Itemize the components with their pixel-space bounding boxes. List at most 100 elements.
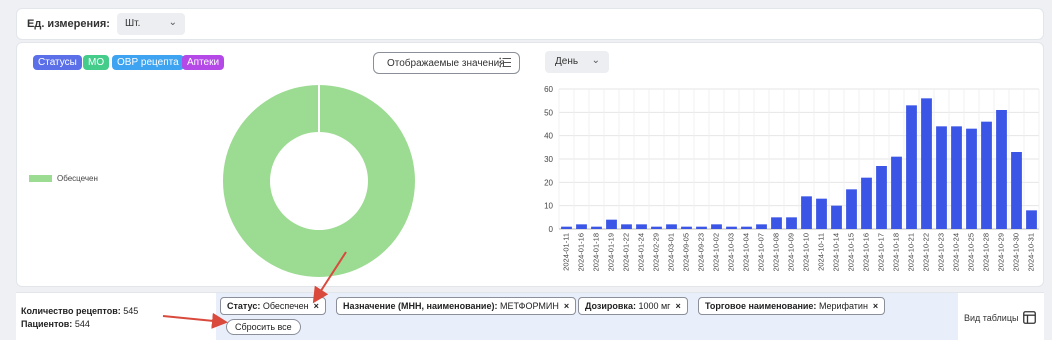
- y-tick-label: 60: [544, 85, 553, 94]
- x-tick-label: 2024-02-29: [652, 233, 661, 271]
- recipes-count: Количество рецептов: 545: [21, 306, 139, 316]
- bar: [696, 226, 707, 229]
- filter-chip-purpose: Назначение (МНН, наименование): МЕТФОРМИ…: [336, 297, 577, 315]
- bar: [831, 205, 842, 229]
- x-tick-label: 2024-10-02: [712, 233, 721, 271]
- bar: [906, 105, 917, 229]
- chip-ovr-recipe[interactable]: ОВР рецепта: [112, 55, 184, 70]
- x-tick-label: 2024-10-22: [922, 233, 931, 271]
- patients-count: Пациентов: 544: [21, 319, 90, 329]
- reset-all-button[interactable]: Сбросить все: [226, 319, 301, 335]
- bar: [786, 217, 797, 229]
- x-tick-label: 2024-01-24: [637, 233, 646, 271]
- unit-select-value: Шт.: [125, 18, 141, 29]
- bar: [846, 189, 857, 229]
- bar: [606, 219, 617, 229]
- bar: [876, 166, 887, 229]
- donut-legend: Обесцечен: [29, 174, 98, 183]
- bar: [711, 224, 722, 229]
- bar: [741, 226, 752, 229]
- bar-chart: 0 10 20 30 40 50 60 2024-01-11 2024-01-16 2024-01…: [544, 85, 1040, 271]
- x-tick-label: 2024-01-11: [562, 233, 571, 271]
- table-view-button[interactable]: Вид таблицы: [964, 311, 1037, 324]
- bar: [1011, 152, 1022, 229]
- bar: [576, 224, 587, 229]
- filter-chip-status: Статус: Обеспечен ×: [220, 297, 326, 315]
- y-tick-label: 10: [544, 202, 553, 211]
- bar: [1026, 210, 1037, 229]
- active-filters: Статус: Обеспечен × Назначение (МНН, наим…: [216, 293, 958, 340]
- table-icon: [1023, 311, 1037, 324]
- bar: [936, 126, 947, 229]
- chevron-down-icon: ⌄: [168, 17, 177, 28]
- chevron-down-icon: ⌄: [591, 55, 600, 66]
- filter-panel: Количество рецептов: 545 Пациентов: 544 …: [16, 292, 1044, 340]
- chip-mo[interactable]: МО: [83, 55, 110, 70]
- y-tick-label: 50: [544, 108, 553, 117]
- chip-pharmacies[interactable]: Аптеки: [182, 55, 225, 70]
- bar: [966, 128, 977, 229]
- bar: [981, 121, 992, 229]
- unit-select[interactable]: Шт. ⌄: [117, 13, 185, 35]
- bar: [666, 224, 677, 229]
- x-tick-label: 2024-10-28: [982, 233, 991, 271]
- x-tick-label: 2024-10-21: [907, 233, 916, 271]
- x-tick-label: 2024-10-18: [892, 233, 901, 271]
- display-values-label: Отображаемые значения: [387, 58, 505, 69]
- bar: [951, 126, 962, 229]
- close-icon[interactable]: ×: [564, 301, 569, 311]
- x-tick-label: 2024-09-23: [697, 233, 706, 271]
- y-tick-label: 20: [544, 178, 553, 187]
- bar: [651, 226, 662, 229]
- chart-panel: Статусы МО ОВР рецепта Аптеки Отображаем…: [16, 42, 1044, 287]
- bar: [801, 196, 812, 229]
- display-values-button[interactable]: Отображаемые значения: [373, 52, 520, 74]
- x-tick-label: 2024-10-24: [952, 233, 961, 271]
- period-select-value: День: [555, 56, 579, 67]
- x-tick-label: 2024-01-18: [592, 233, 601, 271]
- x-tick-label: 2024-10-23: [937, 233, 946, 271]
- y-tick-label: 0: [549, 225, 554, 234]
- period-select[interactable]: День ⌄: [545, 51, 609, 73]
- bar: [561, 226, 572, 229]
- bar: [681, 226, 692, 229]
- y-tick-label: 30: [544, 155, 553, 164]
- x-tick-label: 2024-09-05: [682, 233, 691, 271]
- x-tick-label: 2024-10-10: [802, 233, 811, 271]
- chip-statuses[interactable]: Статусы: [33, 55, 82, 70]
- x-tick-label: 2024-10-25: [967, 233, 976, 271]
- bar: [996, 110, 1007, 229]
- bar: [636, 224, 647, 229]
- filter-chip-trade-name: Торговое наименование: Мерифатин ×: [698, 297, 886, 315]
- x-tick-label: 2024-01-19: [607, 233, 616, 271]
- close-icon[interactable]: ×: [314, 301, 319, 311]
- close-icon[interactable]: ×: [873, 301, 878, 311]
- x-tick-label: 2024-10-11: [817, 233, 826, 271]
- stats-block: Количество рецептов: 545 Пациентов: 544: [21, 305, 138, 331]
- x-tick-label: 2024-10-16: [862, 233, 871, 271]
- bar: [921, 98, 932, 229]
- x-tick-label: 2024-10-30: [1012, 233, 1021, 271]
- bar: [771, 217, 782, 229]
- bar: [726, 226, 737, 229]
- x-tick-label: 2024-10-07: [757, 233, 766, 271]
- list-icon: [499, 57, 511, 68]
- bar: [861, 177, 872, 229]
- x-tick-label: 2024-10-15: [847, 233, 856, 271]
- bar: [816, 198, 827, 229]
- x-tick-label: 2024-10-29: [997, 233, 1006, 271]
- x-tick-label: 2024-10-31: [1027, 233, 1036, 271]
- bar: [891, 156, 902, 229]
- table-view-label: Вид таблицы: [964, 312, 1019, 323]
- x-tick-label: 2024-01-16: [577, 233, 586, 271]
- x-tick-label: 2024-10-09: [787, 233, 796, 271]
- x-tick-label: 2024-10-04: [742, 233, 751, 271]
- bar: [591, 226, 602, 229]
- legend-label: Обесцечен: [57, 174, 98, 183]
- bar: [756, 224, 767, 229]
- unit-label: Ед. измерения:: [27, 18, 110, 30]
- donut-chart: [222, 85, 415, 277]
- x-tick-label: 2024-03-01: [667, 233, 676, 271]
- close-icon[interactable]: ×: [675, 301, 680, 311]
- unit-panel: Ед. измерения: Шт. ⌄: [16, 8, 1044, 40]
